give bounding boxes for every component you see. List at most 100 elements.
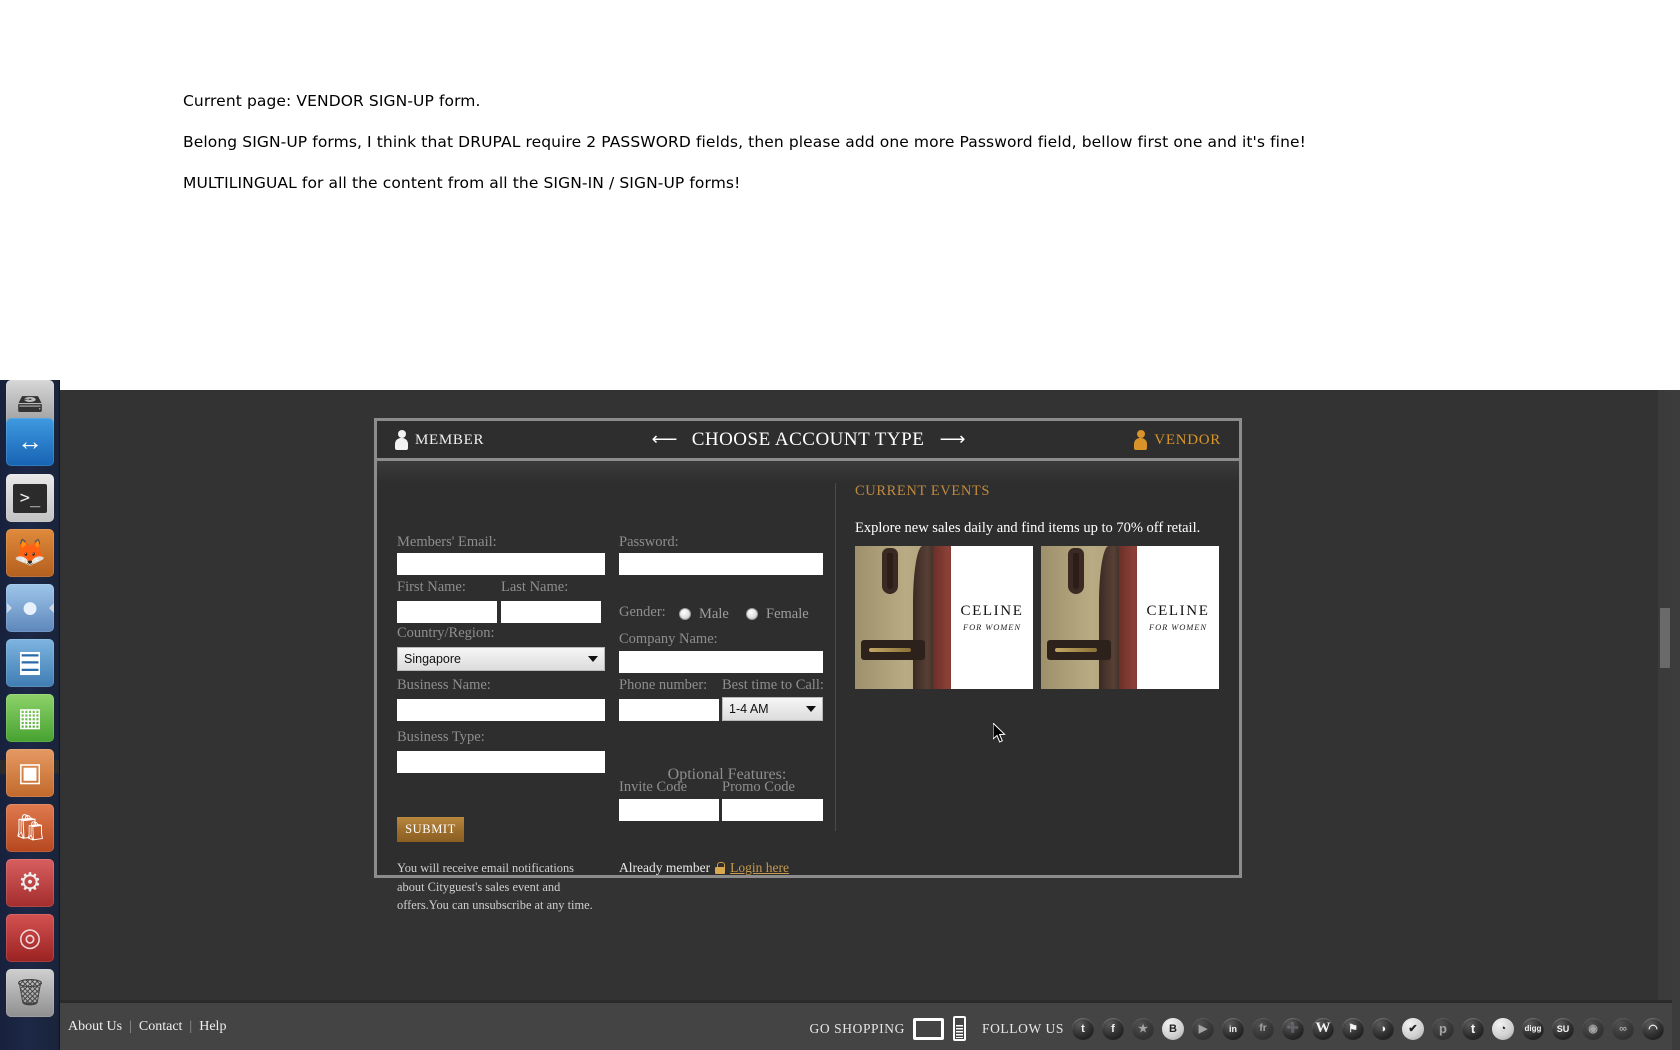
wordpress-icon[interactable]: W <box>1312 1017 1334 1040</box>
chromium-icon: ● <box>20 591 40 624</box>
firefox-icon: 🦊 <box>13 538 47 567</box>
best-time-select[interactable]: 1-4 AM <box>722 697 823 721</box>
already-member-row: Already member Login here <box>619 860 789 876</box>
business-name-label: Business Name: <box>397 677 491 693</box>
promo-code-label: Promo Code <box>722 779 795 795</box>
drupal-icon[interactable]: ◑ <box>1372 1017 1394 1040</box>
follow-us-label: FOLLOW US <box>981 1020 1064 1036</box>
chevron-down-icon <box>588 656 598 662</box>
password-label: Password: <box>619 534 679 550</box>
current-events-subtitle: Explore new sales daily and find items u… <box>855 520 1201 536</box>
first-name-input[interactable] <box>397 601 497 623</box>
password-input[interactable] <box>619 553 823 575</box>
business-type-input[interactable] <box>397 751 605 773</box>
flickr-icon[interactable]: ◔ <box>1492 1017 1514 1040</box>
launcher-item-firefox[interactable]: 🦊 <box>6 529 54 577</box>
last-name-label: Last Name: <box>501 579 569 595</box>
brand-subtitle: FOR WOMEN <box>1149 622 1207 632</box>
note-line-1: Current page: VENDOR SIGN-UP form. <box>183 92 481 110</box>
footer-separator-2: | <box>189 1019 193 1034</box>
files-icon: 🖴 <box>16 389 44 418</box>
brand-name: CELINE <box>960 603 1024 619</box>
brand-subtitle: FOR WOMEN <box>963 622 1021 632</box>
launcher-item-calc[interactable]: ▦ <box>6 694 54 742</box>
vendor-person-icon <box>1134 430 1148 450</box>
gender-label: Gender: <box>619 604 666 620</box>
tumblr-icon[interactable]: t <box>1462 1017 1484 1040</box>
posterous-icon[interactable]: p <box>1432 1017 1454 1040</box>
footer-link-contact[interactable]: Contact <box>139 1019 183 1035</box>
email-input[interactable] <box>397 553 605 575</box>
go-shopping-label: GO SHOPPING <box>809 1020 905 1036</box>
gender-male-radio[interactable] <box>679 608 691 620</box>
delicious-icon[interactable]: ✔ <box>1402 1017 1424 1040</box>
company-input[interactable] <box>619 651 823 673</box>
reddit-icon[interactable]: ◉ <box>1582 1017 1604 1040</box>
orkut-icon[interactable]: ★ <box>1132 1017 1154 1040</box>
invite-code-input[interactable] <box>619 799 719 821</box>
account-type-title: CHOOSE ACCOUNT TYPE <box>691 429 925 450</box>
tablet-icon[interactable] <box>912 1017 944 1040</box>
rss-icon[interactable]: ◠ <box>1642 1017 1664 1040</box>
website-viewport: MEMBER ⟵ CHOOSE ACCOUNT TYPE ⟶ VENDOR Me… <box>60 390 1672 1050</box>
login-here-link[interactable]: Login here <box>730 860 789 876</box>
submit-button[interactable]: SUBMIT <box>397 817 464 842</box>
vendor-label: VENDOR <box>1154 431 1221 448</box>
event-thumbnail[interactable]: CELINE FOR WOMEN <box>855 546 1033 689</box>
last-name-input[interactable] <box>501 601 601 623</box>
screen: Current page: VENDOR SIGN-UP form. Belon… <box>0 0 1680 1050</box>
blogger-icon[interactable]: B <box>1162 1017 1184 1040</box>
disk-tool-icon: ◎ <box>18 923 42 952</box>
site-footer: About Us | Contact | Help GO SHOPPING FO… <box>60 1000 1672 1050</box>
country-select[interactable]: Singapore <box>397 647 605 671</box>
digg-icon[interactable]: digg <box>1522 1017 1544 1040</box>
lock-icon <box>715 862 726 874</box>
arrow-right-icon: ⟶ <box>939 429 966 449</box>
launcher-item-chromium[interactable]: ● <box>6 584 54 632</box>
phone-input[interactable] <box>619 699 719 721</box>
newsvine-icon[interactable]: ⚑ <box>1342 1017 1364 1040</box>
brand-name: CELINE <box>1146 603 1210 619</box>
launcher-item-software-center[interactable]: 🛍 <box>6 804 54 852</box>
technorati-icon[interactable]: ∞ <box>1612 1017 1634 1040</box>
phone-label: Phone number: <box>619 677 708 693</box>
launcher-item-writer[interactable]: ☰ <box>6 639 54 687</box>
account-type-vendor[interactable]: VENDOR <box>1134 430 1221 450</box>
business-name-input[interactable] <box>397 699 605 721</box>
signup-panel: MEMBER ⟵ CHOOSE ACCOUNT TYPE ⟶ VENDOR Me… <box>374 418 1242 912</box>
launcher-item-disk-tool[interactable]: ◎ <box>6 914 54 962</box>
account-type-title-row: ⟵ CHOOSE ACCOUNT TYPE ⟶ <box>377 429 1239 451</box>
arrow-left-icon: ⟵ <box>651 429 678 449</box>
promo-code-input[interactable] <box>722 799 823 821</box>
youtube-icon[interactable]: ▶ <box>1192 1017 1214 1040</box>
plus-icon[interactable]: ➕ <box>1282 1017 1304 1040</box>
company-label: Company Name: <box>619 631 718 647</box>
linkedin-icon[interactable]: in <box>1222 1017 1244 1040</box>
launcher-item-trash[interactable]: 🗑 <box>6 969 54 1017</box>
mobile-phone-icon[interactable] <box>952 1016 966 1041</box>
terminal-icon: >_ <box>12 483 48 513</box>
event-thumbnail[interactable]: CELINE FOR WOMEN <box>1041 546 1219 689</box>
signup-form-body: Members' Email: First Name: Last Name: C… <box>377 461 1239 912</box>
stumbleupon-icon[interactable]: SU <box>1552 1017 1574 1040</box>
system-settings-icon: ⚙ <box>18 868 42 897</box>
twitter-icon[interactable]: t <box>1072 1017 1094 1040</box>
friendfeed-icon[interactable]: fr <box>1252 1017 1274 1040</box>
already-member-text: Already member <box>619 860 711 875</box>
note-line-2: Belong SIGN-UP forms, I think that DRUPA… <box>183 133 1306 151</box>
launcher-item-settings[interactable]: ⚙ <box>6 859 54 907</box>
body-gloss <box>377 461 1239 483</box>
unity-launcher: 🖴 ↔ >_ 🦊 ● ☰ ▦ ▣ 🛍 ⚙ ◎ 🗑 <box>0 380 60 1050</box>
brand-card: CELINE FOR WOMEN <box>1137 546 1219 689</box>
launcher-item-terminal[interactable]: >_ <box>6 474 54 522</box>
libreoffice-impress-icon: ▣ <box>17 758 43 787</box>
launcher-item-teamviewer[interactable]: ↔ <box>6 418 54 466</box>
email-disclaimer-text: You will receive email notifications abo… <box>397 861 593 912</box>
launcher-item-impress[interactable]: ▣ <box>6 749 54 797</box>
footer-link-about-us[interactable]: About Us <box>68 1019 122 1035</box>
footer-link-help[interactable]: Help <box>199 1019 226 1035</box>
page-scrollbar-thumb[interactable] <box>1660 608 1670 668</box>
facebook-icon[interactable]: f <box>1102 1017 1124 1040</box>
gender-female-radio[interactable] <box>746 608 758 620</box>
page-scrollbar-track[interactable] <box>1658 390 1672 1050</box>
